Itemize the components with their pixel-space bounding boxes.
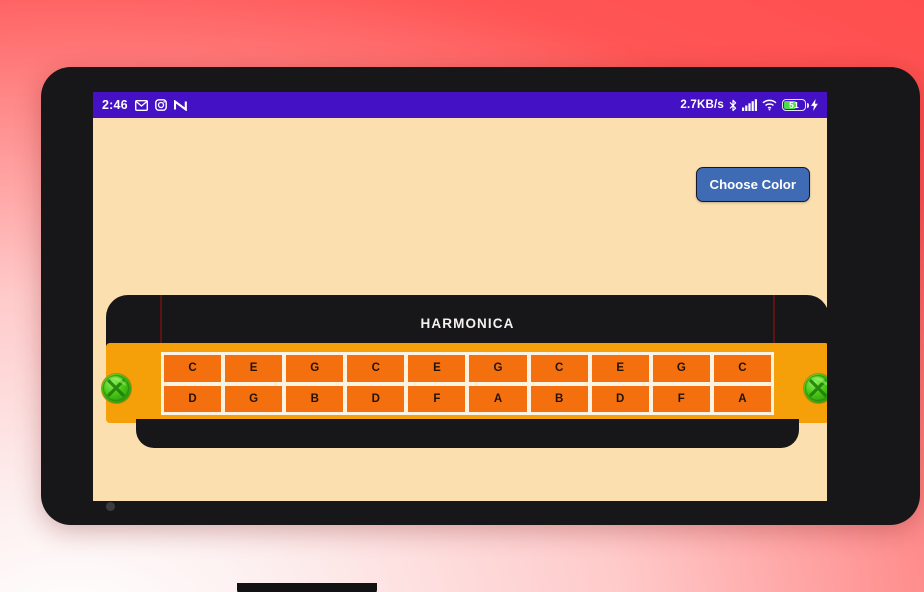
note-cell[interactable]: C	[530, 355, 588, 382]
note-cell[interactable]: G	[286, 355, 344, 382]
note-cell[interactable]: A	[713, 385, 771, 412]
status-bar-right: 2.7KB/s 51	[680, 99, 818, 112]
instagram-icon	[154, 99, 167, 111]
note-cell[interactable]: G	[469, 355, 527, 382]
note-cell[interactable]: G	[225, 385, 283, 412]
note-cell[interactable]: D	[591, 385, 649, 412]
note-row-draw: D G B D F A B D F A	[164, 385, 771, 412]
nequi-icon	[173, 99, 187, 111]
note-cell[interactable]: E	[225, 355, 283, 382]
sensor-dot-icon	[106, 502, 115, 511]
network-speed-label: 2.7KB/s	[680, 99, 724, 111]
note-cell[interactable]: B	[286, 385, 344, 412]
bluetooth-icon	[729, 99, 737, 112]
battery-icon: 51	[782, 99, 809, 111]
harmonica-bottom-plate	[136, 419, 799, 448]
note-cell[interactable]: E	[408, 355, 466, 382]
phone-bottom-bar	[237, 583, 377, 592]
note-cell[interactable]: D	[347, 385, 405, 412]
status-bar: 2:46 2.7KB/s 51	[93, 92, 827, 118]
harmonica-screw-knob-left[interactable]	[101, 373, 132, 404]
wifi-icon	[762, 99, 777, 111]
phone-screen: 2:46 2.7KB/s 51 Choose Color HARMONICA C…	[93, 92, 827, 501]
note-cell[interactable]: E	[591, 355, 649, 382]
gmail-icon	[134, 99, 148, 111]
charging-bolt-icon	[811, 99, 818, 111]
note-cell[interactable]: C	[164, 355, 222, 382]
note-row-blow: C E G C E G C E G C	[164, 355, 771, 382]
note-cell[interactable]: F	[408, 385, 466, 412]
note-cell[interactable]: G	[652, 355, 710, 382]
battery-percent-label: 51	[789, 100, 799, 110]
status-bar-left: 2:46	[102, 98, 187, 112]
note-cell[interactable]: A	[469, 385, 527, 412]
harmonica-note-grid: C E G C E G C E G C D G B D F A B D F A	[161, 352, 774, 415]
signal-icon	[742, 99, 757, 111]
choose-color-button[interactable]: Choose Color	[695, 167, 810, 202]
note-cell[interactable]: F	[652, 385, 710, 412]
status-time: 2:46	[102, 98, 128, 112]
harmonica-body: C E G C E G C E G C D G B D F A B D F A	[101, 343, 827, 423]
note-cell[interactable]: C	[713, 355, 771, 382]
note-cell[interactable]: C	[347, 355, 405, 382]
note-cell[interactable]: B	[530, 385, 588, 412]
harmonica-instrument: HARMONICA C E G C E G C E G C D G B D F …	[101, 295, 827, 448]
app-content: Choose Color HARMONICA C E G C E G C E G…	[93, 118, 827, 501]
harmonica-screw-knob-right[interactable]	[803, 373, 827, 404]
note-cell[interactable]: D	[164, 385, 222, 412]
